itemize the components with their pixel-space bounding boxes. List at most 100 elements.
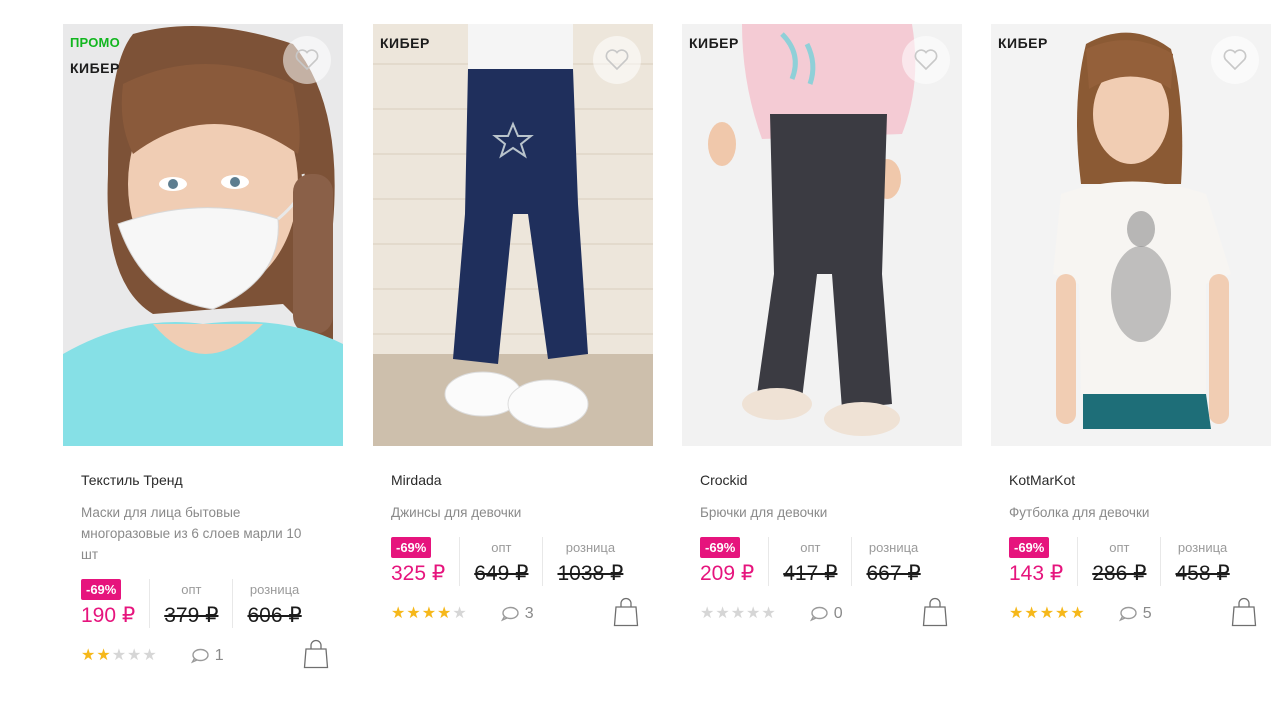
price-block: -69% 190 ₽ опт 379 ₽ розница 606 ₽ — [81, 579, 343, 631]
sale-price: 325 ₽ — [391, 562, 446, 585]
product-photo[interactable]: ПРОМО КИБЕР — [63, 24, 343, 446]
discount-badge: -69% — [1009, 537, 1050, 558]
product-image-mask-woman — [63, 24, 343, 446]
shopping-bag-icon — [1231, 597, 1257, 627]
product-photo[interactable]: КИБЕР — [682, 24, 962, 446]
retail-price: 606 ₽ — [247, 604, 302, 627]
star-icon: ★ — [391, 605, 406, 622]
opt-price: 417 ₽ — [783, 562, 838, 585]
add-to-cart-button[interactable] — [922, 597, 948, 632]
shopping-bag-icon — [922, 597, 948, 627]
favorite-button[interactable] — [902, 36, 950, 84]
retail-label: розница — [565, 540, 616, 555]
comments-count: 0 — [833, 605, 843, 622]
add-to-cart-button[interactable] — [613, 597, 639, 632]
star-icon: ★ — [437, 605, 452, 622]
rating-stars: ★ ★ ★ ★ ★ — [1009, 606, 1085, 622]
product-card[interactable]: КИБЕР Mirdada Джинсы для девочки -69% 32… — [373, 24, 653, 631]
favorite-button[interactable] — [593, 36, 641, 84]
rating-stars: ★ ★ ★ ★ ★ — [700, 606, 776, 622]
opt-price: 286 ₽ — [1092, 562, 1147, 585]
comments-count: 3 — [524, 605, 534, 622]
product-brand[interactable]: Текстиль Тренд — [81, 472, 343, 488]
star-icon: ★ — [761, 605, 776, 622]
star-icon: ★ — [1024, 605, 1039, 622]
star-icon: ★ — [730, 605, 746, 622]
shopping-bag-icon — [303, 639, 329, 669]
opt-price: 649 ₽ — [474, 562, 529, 585]
product-photo[interactable]: КИБЕР — [373, 24, 653, 446]
product-brand[interactable]: Mirdada — [391, 472, 653, 488]
product-title[interactable]: Маски для лица бытовые многоразовые из 6… — [81, 502, 321, 565]
opt-price: 379 ₽ — [164, 604, 219, 627]
product-photo[interactable]: КИБЕР — [991, 24, 1271, 446]
favorite-button[interactable] — [283, 36, 331, 84]
heart-icon — [1223, 49, 1247, 71]
cyber-badge: КИБЕР — [70, 60, 120, 76]
star-icon: ★ — [127, 647, 142, 664]
comments-link[interactable]: 0 — [809, 605, 843, 623]
product-title[interactable]: Джинсы для девочки — [391, 502, 631, 523]
star-icon: ★ — [81, 647, 96, 664]
star-icon: ★ — [406, 605, 421, 622]
opt-label: опт — [491, 540, 512, 555]
product-brand[interactable]: KotMarKot — [1009, 472, 1271, 488]
promo-badge: ПРОМО — [70, 35, 120, 50]
cyber-badge: КИБЕР — [380, 35, 430, 51]
star-icon: ★ — [142, 647, 157, 664]
favorite-button[interactable] — [1211, 36, 1259, 84]
sale-price: 143 ₽ — [1009, 562, 1064, 585]
product-card[interactable]: ПРОМО КИБЕР Текстиль Тренд Маски для лиц… — [63, 24, 343, 673]
star-icon: ★ — [715, 605, 730, 622]
cyber-badge: КИБЕР — [998, 35, 1048, 51]
shopping-bag-icon — [613, 597, 639, 627]
comment-icon — [500, 606, 519, 622]
retail-price: 667 ₽ — [866, 562, 921, 585]
star-icon: ★ — [746, 605, 761, 622]
comment-icon — [809, 606, 828, 622]
comment-icon — [1118, 606, 1137, 622]
comments-link[interactable]: 1 — [190, 647, 224, 665]
star-icon: ★ — [1055, 605, 1070, 622]
star-icon: ★ — [1009, 605, 1024, 622]
star-icon: ★ — [1039, 605, 1055, 622]
rating-stars: ★ ★ ★ ★ ★ — [391, 606, 467, 622]
product-image-jeans — [373, 24, 653, 446]
product-card[interactable]: КИБЕР Crockid Брючки для девочки -69% 20… — [682, 24, 962, 631]
opt-label: опт — [181, 582, 202, 597]
add-to-cart-button[interactable] — [303, 639, 329, 674]
star-icon: ★ — [421, 605, 437, 622]
product-title[interactable]: Брючки для девочки — [700, 502, 940, 523]
discount-badge: -69% — [700, 537, 741, 558]
comments-link[interactable]: 3 — [500, 605, 534, 623]
retail-label: розница — [249, 582, 300, 597]
sale-price: 190 ₽ — [81, 604, 136, 627]
product-card[interactable]: КИБЕР KotMarKot Футболка для девочки -69… — [991, 24, 1271, 631]
product-image-trousers — [682, 24, 962, 446]
add-to-cart-button[interactable] — [1231, 597, 1257, 632]
opt-label: опт — [800, 540, 821, 555]
star-icon: ★ — [700, 605, 715, 622]
discount-badge: -69% — [81, 579, 122, 600]
sale-price: 209 ₽ — [700, 562, 755, 585]
product-image-tshirt — [991, 24, 1271, 446]
product-brand[interactable]: Crockid — [700, 472, 962, 488]
retail-label: розница — [1177, 540, 1228, 555]
star-icon: ★ — [111, 647, 127, 664]
retail-price: 1038 ₽ — [557, 562, 624, 585]
comments-count: 1 — [214, 647, 224, 664]
comments-count: 5 — [1142, 605, 1152, 622]
opt-label: опт — [1109, 540, 1130, 555]
cyber-badge: КИБЕР — [689, 35, 739, 51]
heart-icon — [605, 49, 629, 71]
price-block: -69% 143 ₽ опт 286 ₽ розница 458 ₽ — [1009, 537, 1271, 589]
heart-icon — [914, 49, 938, 71]
star-icon: ★ — [96, 647, 111, 664]
product-title[interactable]: Футболка для девочки — [1009, 502, 1249, 523]
comment-icon — [190, 648, 209, 664]
retail-price: 458 ₽ — [1175, 562, 1230, 585]
star-icon: ★ — [452, 605, 467, 622]
star-icon: ★ — [1070, 605, 1085, 622]
discount-badge: -69% — [391, 537, 432, 558]
comments-link[interactable]: 5 — [1118, 605, 1152, 623]
